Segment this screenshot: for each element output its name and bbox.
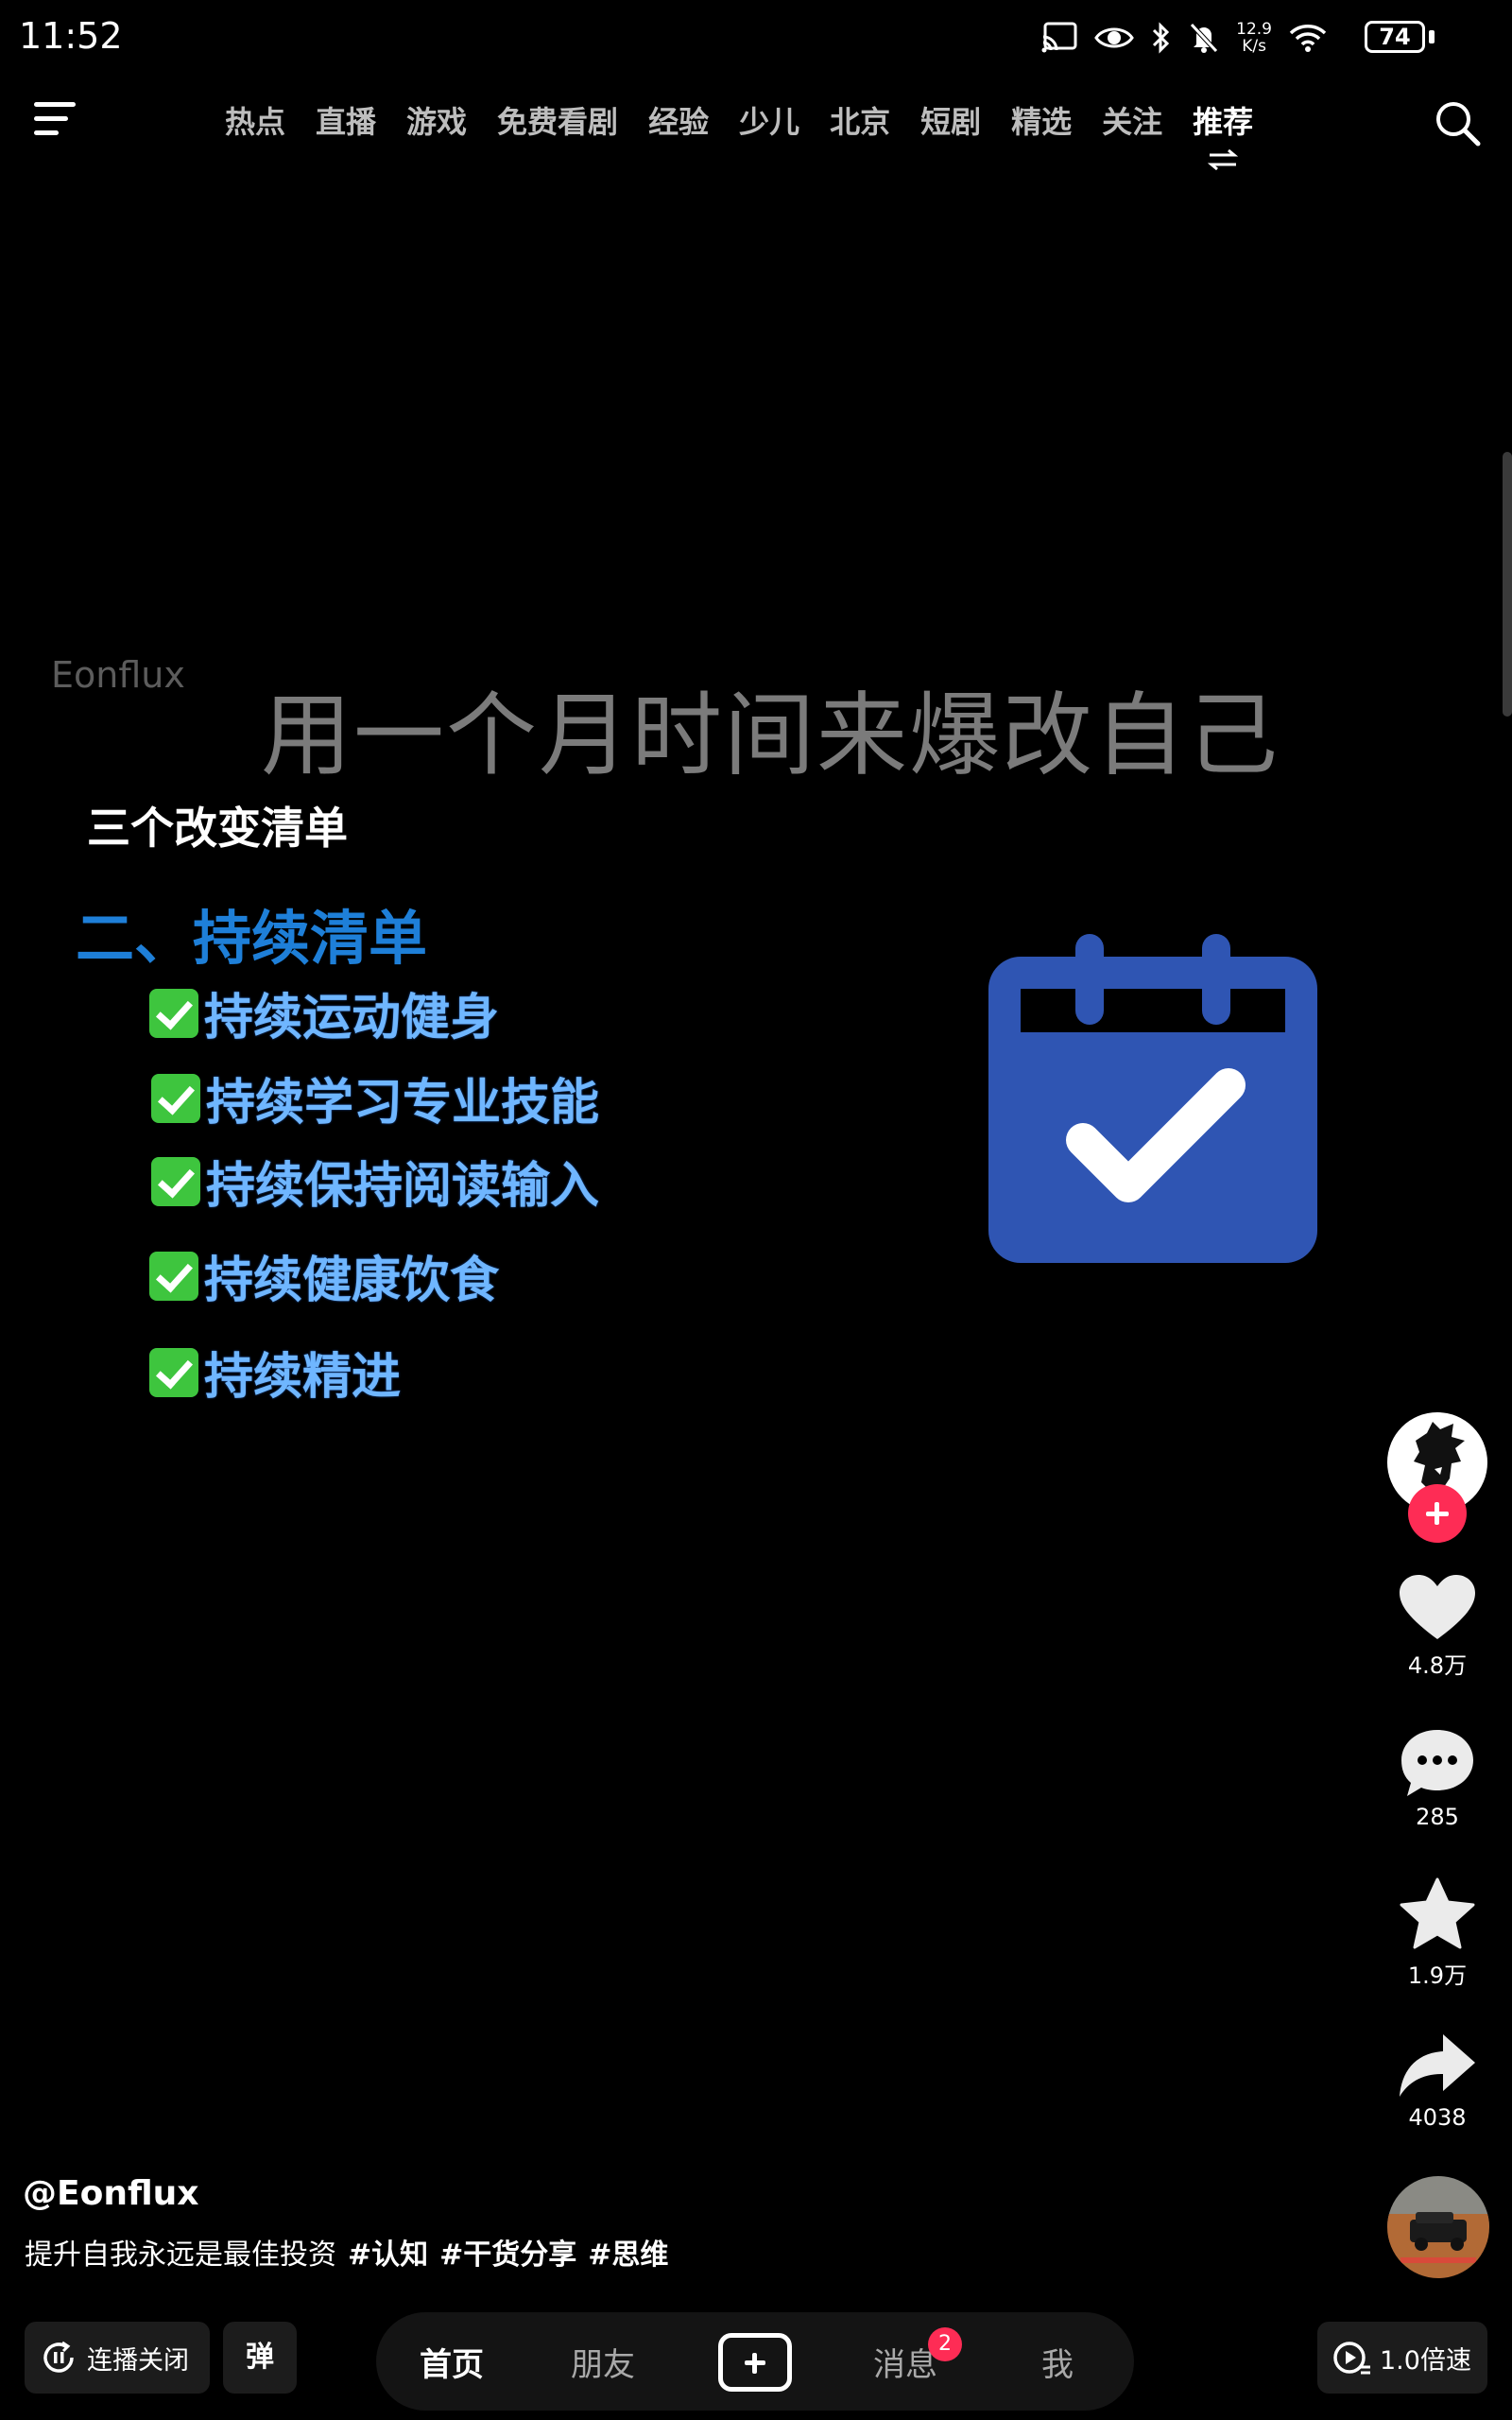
create-button[interactable] bbox=[718, 2333, 792, 2392]
checklist-item: 持续保持阅读输入 bbox=[151, 1146, 599, 1217]
net-speed: 12.9 K/s bbox=[1236, 20, 1272, 56]
danmaku-button[interactable]: 弹 bbox=[223, 2322, 297, 2394]
list-heading: 三个改变清单 bbox=[87, 803, 348, 854]
star-icon bbox=[1400, 1877, 1475, 1949]
checklist-item: 持续运动健身 bbox=[149, 977, 499, 1048]
menu-icon-line bbox=[34, 102, 76, 107]
check-mark-icon bbox=[149, 988, 198, 1038]
menu-icon-line bbox=[34, 116, 68, 121]
favorite-button[interactable]: 1.9万 bbox=[1389, 1877, 1486, 1990]
music-disc[interactable] bbox=[1387, 2176, 1489, 2278]
bottom-nav: 首页 朋友 消息 2 我 bbox=[376, 2312, 1134, 2411]
playback-speed-button[interactable]: 1.0倍速 bbox=[1317, 2322, 1487, 2394]
checklist-item: 持续精进 bbox=[149, 1337, 401, 1408]
share-count: 4038 bbox=[1408, 2104, 1467, 2131]
wifi-icon bbox=[1289, 25, 1327, 52]
like-count: 4.8万 bbox=[1407, 1652, 1468, 1679]
video-caption: 提升自我永远是最佳投资 #认知 #干货分享 #思维 bbox=[25, 2231, 668, 2273]
tab-recommended-label: 推荐 bbox=[1193, 104, 1254, 140]
menu-button[interactable] bbox=[34, 102, 79, 144]
top-nav: 热点 直播 游戏 免费看剧 经验 少儿 北京 短剧 精选 关注 推荐 bbox=[0, 85, 1512, 170]
check-mark-icon bbox=[149, 1347, 198, 1397]
status-bar: 11:52 12.9 K/s 74 bbox=[0, 0, 1512, 76]
section-heading: 二、持续清单 bbox=[76, 904, 428, 973]
bluetooth-icon bbox=[1153, 22, 1170, 54]
caption-text: 提升自我永远是最佳投资 bbox=[25, 2238, 336, 2272]
tab-friends[interactable]: 朋友 bbox=[571, 2339, 635, 2385]
tab-beijing[interactable]: 北京 bbox=[830, 98, 890, 142]
tab-recommended[interactable]: 推荐 bbox=[1193, 98, 1254, 170]
cast-icon bbox=[1041, 22, 1077, 53]
author-name[interactable]: @Eonflux bbox=[23, 2174, 199, 2213]
hashtag[interactable]: #干货分享 bbox=[439, 2238, 576, 2272]
comment-icon bbox=[1401, 1730, 1473, 1796]
tab-free-drama[interactable]: 免费看剧 bbox=[497, 98, 618, 142]
speed-icon bbox=[1333, 2342, 1370, 2375]
heart-icon bbox=[1400, 1575, 1475, 1639]
mute-bell-icon bbox=[1190, 23, 1218, 53]
tab-home[interactable]: 首页 bbox=[420, 2339, 484, 2385]
tab-hot[interactable]: 热点 bbox=[225, 98, 285, 142]
check-mark-icon bbox=[151, 1073, 200, 1123]
comment-count: 285 bbox=[1416, 1804, 1459, 1830]
status-time: 11:52 bbox=[19, 15, 123, 57]
music-disc-image bbox=[1387, 2176, 1489, 2278]
battery-tip bbox=[1429, 30, 1435, 43]
hashtag[interactable]: #思维 bbox=[588, 2238, 668, 2272]
share-button[interactable]: 4038 bbox=[1389, 2032, 1486, 2131]
calendar-check-icon bbox=[988, 934, 1317, 1263]
autoplay-label: 连播关闭 bbox=[87, 2345, 189, 2376]
video-title: 用一个月时间来爆改自己 bbox=[261, 683, 1280, 788]
checklist-item: 持续健康饮食 bbox=[149, 1240, 499, 1311]
nav-tabs: 热点 直播 游戏 免费看剧 经验 少儿 北京 短剧 精选 关注 推荐 bbox=[225, 98, 1283, 170]
follow-button[interactable] bbox=[1408, 1484, 1467, 1543]
tab-short-drama[interactable]: 短剧 bbox=[920, 98, 981, 142]
tab-kids[interactable]: 少儿 bbox=[739, 98, 799, 142]
like-button[interactable]: 4.8万 bbox=[1389, 1575, 1486, 1680]
tab-live[interactable]: 直播 bbox=[316, 98, 376, 142]
swap-icon bbox=[1208, 149, 1239, 170]
battery-indicator: 74 bbox=[1365, 21, 1435, 53]
share-arrow-icon bbox=[1400, 2034, 1475, 2097]
tab-me[interactable]: 我 bbox=[1041, 2339, 1074, 2385]
eye-icon bbox=[1094, 27, 1134, 48]
hashtag[interactable]: #认知 bbox=[348, 2238, 428, 2272]
check-mark-icon bbox=[149, 1251, 198, 1301]
autoplay-icon bbox=[43, 2341, 74, 2373]
progress-scrollbar[interactable] bbox=[1503, 452, 1512, 717]
tab-experience[interactable]: 经验 bbox=[648, 98, 709, 142]
tab-featured[interactable]: 精选 bbox=[1011, 98, 1072, 142]
favorite-count: 1.9万 bbox=[1407, 1962, 1468, 1989]
status-icons: 12.9 K/s bbox=[1041, 17, 1327, 59]
search-icon[interactable] bbox=[1433, 98, 1482, 147]
speed-label: 1.0倍速 bbox=[1380, 2345, 1471, 2376]
autoplay-toggle[interactable]: 连播关闭 bbox=[25, 2322, 210, 2394]
message-badge: 2 bbox=[928, 2327, 962, 2361]
checklist-item: 持续学习专业技能 bbox=[151, 1063, 599, 1133]
menu-icon-line bbox=[34, 130, 59, 135]
tab-games[interactable]: 游戏 bbox=[406, 98, 467, 142]
check-mark-icon bbox=[151, 1156, 200, 1206]
battery-level: 74 bbox=[1365, 21, 1425, 53]
comment-button[interactable]: 285 bbox=[1389, 1728, 1486, 1830]
video-watermark: Eonflux bbox=[51, 654, 185, 696]
tab-following[interactable]: 关注 bbox=[1102, 98, 1162, 142]
